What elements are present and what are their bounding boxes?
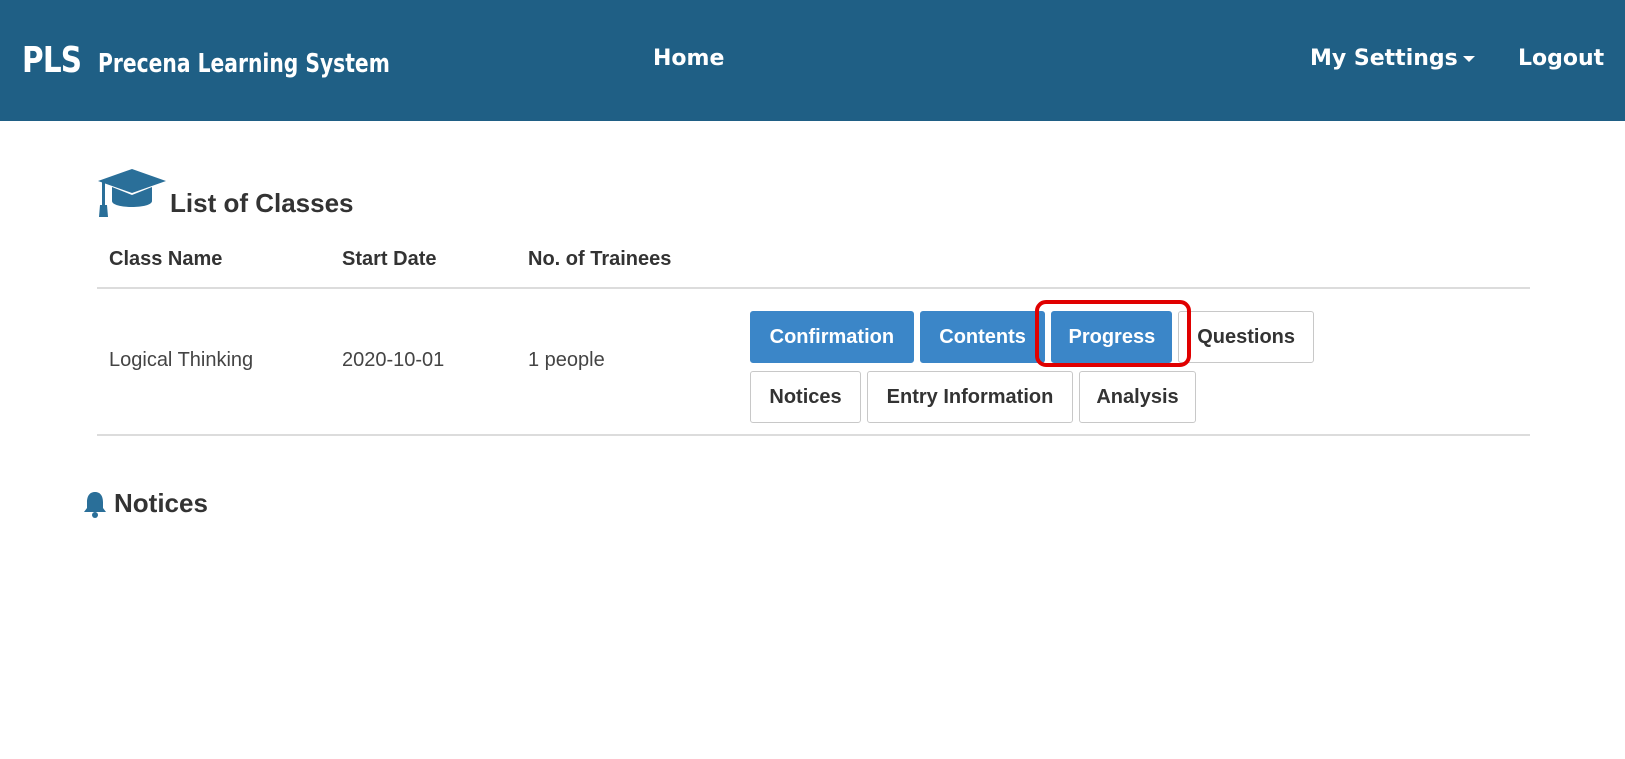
nav-logout-link[interactable]: Logout [1518, 46, 1604, 71]
class-name-cell: Logical Thinking [109, 349, 254, 371]
entry-information-button[interactable]: Entry Information [867, 371, 1073, 423]
classes-table: Class Name Start Date No. of Trainees Lo… [97, 236, 1530, 436]
class-actions: Confirmation Contents Progress Questions… [750, 311, 1320, 431]
contents-button[interactable]: Contents [919, 311, 1046, 363]
notices-section-title: Notices [82, 488, 208, 519]
brand[interactable]: PLS Precena Learning System [22, 40, 472, 81]
analysis-button[interactable]: Analysis [1079, 371, 1196, 423]
confirmation-button[interactable]: Confirmation [750, 311, 914, 363]
nav-my-settings-label: My Settings [1310, 46, 1458, 71]
brand-logo: PLS [22, 40, 82, 81]
column-header-trainees: No. of Trainees [528, 248, 672, 270]
bell-icon [84, 491, 106, 518]
notices-title-text: Notices [114, 488, 208, 518]
nav-my-settings-dropdown[interactable]: My Settings [1310, 46, 1475, 71]
caret-down-icon [1462, 55, 1475, 62]
column-header-start-date: Start Date [342, 248, 437, 270]
actions-row-1: Confirmation Contents Progress Questions [750, 311, 1320, 363]
notices-button[interactable]: Notices [750, 371, 861, 423]
actions-row-2: Notices Entry Information Analysis [750, 371, 1320, 423]
progress-button[interactable]: Progress [1051, 311, 1173, 363]
nav-home-link[interactable]: Home [653, 46, 724, 71]
brand-name: Precena Learning System [98, 49, 390, 79]
top-navbar: PLS Precena Learning System Home My Sett… [0, 0, 1625, 121]
classes-title-text: List of Classes [170, 188, 354, 218]
start-date-cell: 2020-10-01 [342, 349, 445, 371]
classes-section-title: List of Classes [96, 166, 354, 219]
questions-button[interactable]: Questions [1178, 311, 1314, 363]
trainees-cell: 1 people [528, 349, 605, 371]
table-header: Class Name Start Date No. of Trainees [97, 236, 1530, 289]
column-header-class-name: Class Name [109, 248, 223, 270]
table-row: Logical Thinking 2020-10-01 1 people Con… [97, 289, 1530, 436]
graduation-cap-icon [98, 168, 166, 217]
